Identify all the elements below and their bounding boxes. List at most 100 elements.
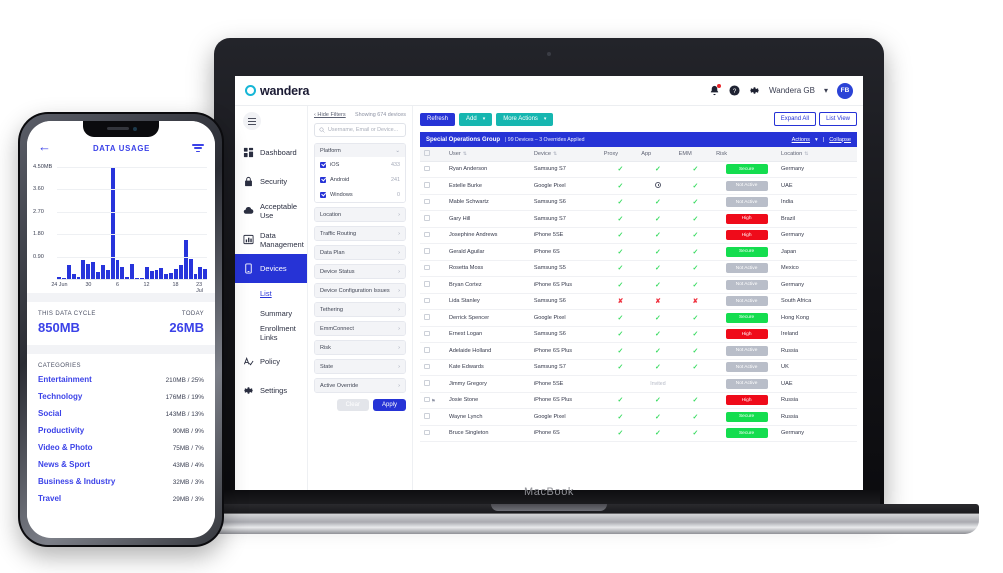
list-item[interactable]: Productivity 90MB / 9% bbox=[38, 426, 204, 443]
list-item[interactable]: Technology 176MB / 19% bbox=[38, 392, 204, 409]
column-select-all[interactable] bbox=[420, 147, 445, 162]
table-row[interactable]: Kate Edwards Samsung S7 ✓ ✓ ✓ Not Active UK bbox=[420, 359, 857, 376]
hide-filters-link[interactable]: ‹ Hide Filters bbox=[314, 112, 346, 118]
filter-group-data-plan[interactable]: Data Plan › bbox=[314, 245, 406, 260]
filter-option-ios[interactable]: iOS 433 bbox=[315, 157, 405, 172]
apply-button[interactable]: Apply bbox=[372, 399, 406, 411]
cell-select[interactable] bbox=[420, 408, 445, 426]
help-circle-icon[interactable]: ? bbox=[729, 85, 740, 96]
filter-group-device-status[interactable]: Device Status › bbox=[314, 264, 406, 279]
checkbox-unchecked[interactable] bbox=[424, 281, 430, 287]
avatar[interactable]: FB bbox=[837, 82, 853, 99]
checkbox-unchecked[interactable] bbox=[424, 215, 430, 221]
column-risk[interactable]: Risk bbox=[712, 147, 778, 162]
cell-select[interactable] bbox=[420, 161, 445, 178]
cell-select[interactable] bbox=[420, 210, 445, 228]
filter-group-risk[interactable]: Risk › bbox=[314, 340, 406, 355]
table-row[interactable]: Estelle Burke Google Pixel ✓ ✓ Not Active UAE bbox=[420, 177, 857, 195]
sidebar-item-data-management[interactable]: Data Management bbox=[235, 225, 307, 254]
list-item[interactable]: Travel 29MB / 3% bbox=[38, 494, 204, 511]
checkbox-unchecked[interactable] bbox=[424, 248, 430, 254]
filter-group-device-configuration-issues[interactable]: Device Configuration Issues › bbox=[314, 283, 406, 298]
list-item[interactable]: News & Sport 43MB / 4% bbox=[38, 460, 204, 477]
table-row[interactable]: Wayne Lynch Google Pixel ✓ ✓ ✓ Secure Russia bbox=[420, 408, 857, 426]
table-row[interactable]: Lida Stanley Samsung S6 ✘ ✘ ✘ Not Active South… bbox=[420, 293, 857, 310]
search-input[interactable]: Username, Email or Device... bbox=[314, 123, 406, 137]
checkbox-checked[interactable] bbox=[320, 161, 326, 168]
chevron-down-icon[interactable]: ▾ bbox=[824, 86, 828, 95]
table-row[interactable]: Rosetta Moss Samsung S5 ✓ ✓ ✓ Not Active Mexic… bbox=[420, 260, 857, 277]
filter-group-header[interactable]: Device Configuration Issues › bbox=[315, 284, 405, 297]
add-button[interactable]: Add ▾ bbox=[459, 112, 493, 126]
tenant-name[interactable]: Wandera GB bbox=[769, 86, 815, 95]
table-row[interactable]: Jimmy Gregory iPhone 5SE Invited Not Active… bbox=[420, 375, 857, 393]
cell-select[interactable] bbox=[420, 375, 445, 393]
filter-option-windows[interactable]: Windows 0 bbox=[315, 187, 405, 202]
checkbox-unchecked[interactable] bbox=[424, 396, 430, 402]
column-proxy[interactable]: Proxy bbox=[599, 147, 638, 162]
filter-group-tethering[interactable]: Tethering › bbox=[314, 302, 406, 317]
filter-group-header-platform[interactable]: Platform ⌄ bbox=[315, 144, 405, 157]
filter-group-header[interactable]: Risk › bbox=[315, 341, 405, 354]
filter-group-traffic-routing[interactable]: Traffic Routing › bbox=[314, 226, 406, 241]
table-row[interactable]: Bryan Cortez iPhone 6S Plus ✓ ✓ ✓ Not Active G… bbox=[420, 276, 857, 294]
cell-select[interactable] bbox=[420, 194, 445, 211]
sidebar-subitem-list[interactable]: List bbox=[235, 283, 307, 303]
filter-group-header[interactable]: Traffic Routing › bbox=[315, 227, 405, 240]
checkbox-unchecked[interactable] bbox=[424, 297, 430, 303]
table-row[interactable]: ⚑ Josie Stone iPhone 6S Plus ✓ ✓ ✓ High Russia bbox=[420, 392, 857, 409]
checkbox-unchecked[interactable] bbox=[424, 198, 430, 204]
cell-select[interactable] bbox=[420, 309, 445, 327]
filter-group-active-override[interactable]: Active Override › bbox=[314, 378, 406, 393]
table-row[interactable]: Bruce Singleton iPhone 6S ✓ ✓ ✓ Secure Germany bbox=[420, 425, 857, 442]
collapse-button[interactable]: Collapse bbox=[829, 137, 851, 143]
checkbox-unchecked[interactable] bbox=[424, 182, 430, 188]
sidebar-item-settings[interactable]: Settings bbox=[235, 376, 307, 405]
cell-select[interactable] bbox=[420, 326, 445, 343]
cell-select[interactable] bbox=[420, 359, 445, 376]
list-view-button[interactable]: List View bbox=[819, 112, 857, 126]
table-row[interactable]: Mable Schwartz Samsung S6 ✓ ✓ ✓ Not Active Ind… bbox=[420, 194, 857, 211]
column-location[interactable]: Location ⇅ bbox=[777, 147, 857, 162]
checkbox-unchecked[interactable] bbox=[424, 413, 430, 419]
list-item[interactable]: Video & Photo 75MB / 7% bbox=[38, 443, 204, 460]
hamburger-icon[interactable] bbox=[243, 112, 261, 130]
checkbox-unchecked[interactable] bbox=[424, 347, 430, 353]
column-device[interactable]: Device ⇅ bbox=[529, 147, 600, 162]
checkbox-unchecked[interactable] bbox=[424, 363, 430, 369]
column-app[interactable]: App bbox=[637, 147, 675, 162]
expand-all-button[interactable]: Expand All bbox=[773, 112, 817, 126]
filter-group-header[interactable]: Active Override › bbox=[315, 379, 405, 392]
cell-select[interactable] bbox=[420, 260, 445, 277]
sidebar-item-dashboard[interactable]: Dashboard bbox=[235, 138, 307, 167]
table-row[interactable]: Adelaide Holland iPhone 6S Plus ✓ ✓ ✓ Not Act… bbox=[420, 342, 857, 360]
checkbox-unchecked[interactable] bbox=[424, 314, 430, 320]
checkbox-unchecked[interactable] bbox=[424, 330, 430, 336]
checkbox-unchecked[interactable] bbox=[424, 380, 430, 386]
group-actions-button[interactable]: Actions bbox=[792, 137, 810, 143]
cell-select[interactable] bbox=[420, 425, 445, 442]
more-actions-button[interactable]: More Actions ▾ bbox=[496, 112, 554, 126]
column-user[interactable]: User ⇅ bbox=[444, 147, 530, 162]
list-item[interactable]: Social 143MB / 13% bbox=[38, 409, 204, 426]
brand-logo[interactable]: wandera bbox=[245, 84, 310, 98]
refresh-button[interactable]: Refresh bbox=[420, 112, 456, 126]
list-item[interactable]: Entertainment 210MB / 25% bbox=[38, 375, 204, 392]
cell-select[interactable] bbox=[420, 293, 445, 310]
sidebar-subitem-summary[interactable]: Summary bbox=[235, 303, 307, 323]
sidebar-item-policy[interactable]: Policy bbox=[235, 347, 307, 376]
table-row[interactable]: Derrick Spencer Google Pixel ✓ ✓ ✓ Secure Hong… bbox=[420, 309, 857, 327]
filter-group-state[interactable]: State › bbox=[314, 359, 406, 374]
checkbox-unchecked[interactable] bbox=[424, 264, 430, 270]
filter-group-header[interactable]: State › bbox=[315, 360, 405, 373]
table-row[interactable]: Gary Hill Samsung S7 ✓ ✓ ✓ High Brazil bbox=[420, 210, 857, 228]
table-row[interactable]: Gerald Aguilar iPhone 6S ✓ ✓ ✓ Secure Japan bbox=[420, 243, 857, 261]
cell-select[interactable] bbox=[420, 342, 445, 360]
sidebar-item-acceptable-use[interactable]: Acceptable Use bbox=[235, 196, 307, 225]
checkbox-unchecked[interactable] bbox=[424, 429, 430, 435]
table-row[interactable]: Ernest Logan Samsung S6 ✓ ✓ ✓ High Ireland bbox=[420, 326, 857, 343]
checkbox-checked[interactable] bbox=[320, 176, 326, 183]
clear-button[interactable]: Clear bbox=[336, 399, 369, 411]
filter-group-header[interactable]: Location › bbox=[315, 208, 405, 221]
sidebar-subitem-enrollment-links[interactable]: Enrollment Links bbox=[235, 323, 307, 343]
